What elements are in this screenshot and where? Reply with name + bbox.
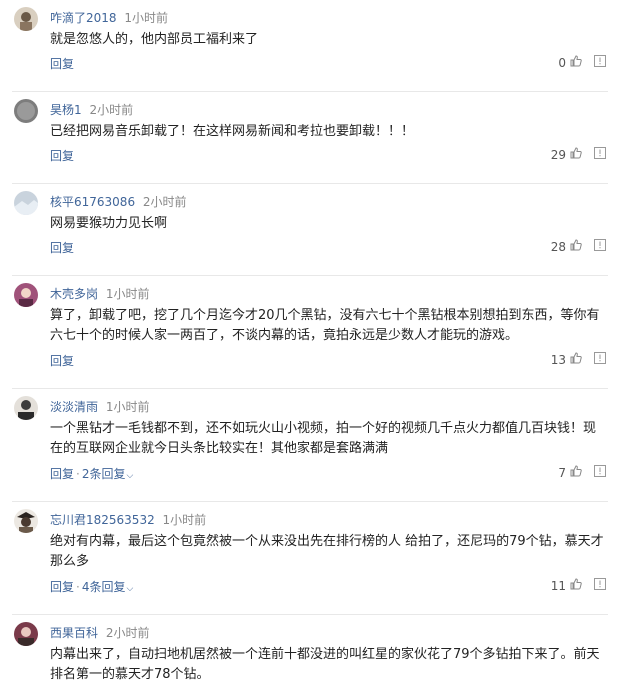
like-count: 29 — [550, 147, 566, 162]
comment-meta: 昊杨1 2小时前 — [50, 101, 133, 118]
comment-item: 木壳多岗 1小时前 算了，卸载了吧，挖了几个月迄今才20几个黑钻，没有六七十个黑… — [12, 276, 608, 389]
chevron-down-icon: ⌵ — [126, 584, 134, 594]
thumbs-up-icon[interactable] — [570, 465, 582, 480]
thumbs-up-icon[interactable] — [570, 352, 582, 367]
more-replies-button[interactable]: 4条回复⌵ — [82, 580, 133, 594]
avatar[interactable] — [14, 99, 38, 123]
comment-actions: 回复 · 4条回复⌵ — [50, 580, 134, 594]
comment-list: 咋滴了2018 1小时前 就是忽悠人的，他内部员工福利来了 回复 0 昊杨1 2… — [0, 0, 640, 695]
avatar[interactable] — [14, 7, 38, 31]
comment-tools: 13 — [551, 352, 606, 367]
comment-actions: 回复 — [50, 147, 74, 164]
comment-text: 一个黑钻才一毛钱都不到，还不如玩火山小视频，拍一个好的视频几千点火力都值几百块钱… — [50, 421, 597, 456]
avatar-background — [21, 400, 31, 410]
comment-item: 西果百科 2小时前 内幕出来了，自动扫地机居然被一个连前十都没进的叫红星的家伙花… — [12, 615, 608, 695]
timestamp: 2小时前 — [89, 103, 134, 117]
avatar[interactable] — [14, 509, 38, 533]
comment-actions: 回复 — [50, 239, 74, 256]
like-count: 28 — [550, 239, 566, 254]
comment-meta: 核平61763086 2小时前 — [50, 193, 187, 210]
timestamp: 2小时前 — [105, 626, 150, 640]
comment-tools: 7 — [558, 465, 606, 480]
username[interactable]: 西果百科 — [50, 626, 98, 640]
comment-text: 内幕出来了，自动扫地机居然被一个连前十都没进的叫红星的家伙花了79个多钻拍下来了… — [50, 647, 600, 682]
comment-item: 淡淡清雨 1小时前 一个黑钻才一毛钱都不到，还不如玩火山小视频，拍一个好的视频几… — [12, 389, 608, 502]
comment-item: 忘川君182563532 1小时前 绝对有内幕，最后这个包竟然被一个从来没出先在… — [12, 502, 608, 615]
timestamp: 1小时前 — [105, 400, 150, 414]
like-count: 7 — [558, 465, 566, 480]
thumbs-up-icon[interactable] — [570, 239, 582, 254]
username[interactable]: 木壳多岗 — [50, 287, 98, 301]
thumbs-up-icon[interactable] — [570, 147, 582, 162]
timestamp: 1小时前 — [105, 287, 150, 301]
avatar[interactable] — [14, 622, 38, 646]
avatar[interactable] — [14, 191, 38, 215]
comment-meta: 咋滴了2018 1小时前 — [50, 9, 168, 26]
comment-actions: 回复 · 2条回复⌵ — [50, 467, 134, 481]
comment-item: 核平61763086 2小时前 网易要猴功力见长啊 回复 28 — [12, 184, 608, 276]
more-replies-label: 2条回复 — [81, 467, 126, 481]
comment-tools: 0 — [558, 55, 606, 70]
comment-item: 咋滴了2018 1小时前 就是忽悠人的，他内部员工福利来了 回复 0 — [12, 0, 608, 92]
like-count: 0 — [558, 55, 566, 70]
avatar[interactable] — [14, 396, 38, 420]
reply-button[interactable]: 回复 — [50, 241, 74, 255]
comment-tools: 29 — [551, 147, 606, 162]
reply-button[interactable]: 回复 — [50, 467, 74, 481]
username[interactable]: 核平61763086 — [50, 195, 135, 209]
chevron-down-icon: ⌵ — [126, 471, 134, 481]
report-icon[interactable] — [594, 55, 606, 70]
comment-text: 绝对有内幕，最后这个包竟然被一个从来没出先在排行榜的人 给拍了，还尼玛的79个钻… — [50, 534, 604, 569]
comment-meta: 淡淡清雨 1小时前 — [50, 398, 149, 415]
username[interactable]: 昊杨1 — [50, 103, 82, 117]
comment-item: 昊杨1 2小时前 已经把网易音乐卸载了！在这样网易新闻和考拉也要卸载！！！ 回复… — [12, 92, 608, 184]
comment-text: 算了，卸载了吧，挖了几个月迄今才20几个黑钻，没有六七十个黑钻根本别想拍到东西，… — [50, 308, 600, 343]
more-replies-button[interactable]: 2条回复⌵ — [82, 467, 133, 481]
reply-button[interactable]: 回复 — [50, 57, 74, 71]
report-icon[interactable] — [594, 578, 606, 593]
report-icon[interactable] — [594, 465, 606, 480]
report-icon[interactable] — [594, 352, 606, 367]
timestamp: 2小时前 — [142, 195, 187, 209]
comment-meta: 忘川君182563532 1小时前 — [50, 511, 206, 528]
username[interactable]: 淡淡清雨 — [50, 400, 98, 414]
comment-text: 就是忽悠人的，他内部员工福利来了 — [50, 32, 259, 47]
thumbs-up-icon[interactable] — [570, 55, 582, 70]
comment-meta: 木壳多岗 1小时前 — [50, 285, 149, 302]
reply-button[interactable]: 回复 — [50, 149, 74, 163]
timestamp: 1小时前 — [124, 11, 169, 25]
like-count: 11 — [550, 578, 566, 593]
comment-meta: 西果百科 2小时前 — [50, 624, 149, 641]
comment-text: 网易要猴功力见长啊 — [50, 216, 168, 231]
comment-text: 已经把网易音乐卸载了！在这样网易新闻和考拉也要卸载！！！ — [50, 124, 415, 139]
username[interactable]: 咋滴了2018 — [50, 11, 117, 25]
reply-button[interactable]: 回复 — [50, 354, 74, 368]
comment-actions: 回复 — [50, 352, 74, 369]
more-replies-label: 4条回复 — [81, 580, 126, 594]
comment-actions: 回复 — [50, 55, 74, 72]
timestamp: 1小时前 — [162, 513, 207, 527]
avatar[interactable] — [14, 283, 38, 307]
report-icon[interactable] — [594, 239, 606, 254]
avatar-background — [21, 517, 31, 527]
comment-tools: 11 — [551, 578, 606, 593]
like-count: 13 — [550, 352, 566, 367]
comment-tools: 28 — [551, 239, 606, 254]
username[interactable]: 忘川君182563532 — [50, 513, 155, 527]
report-icon[interactable] — [594, 147, 606, 162]
reply-button[interactable]: 回复 — [50, 580, 74, 594]
thumbs-up-icon[interactable] — [570, 578, 582, 593]
